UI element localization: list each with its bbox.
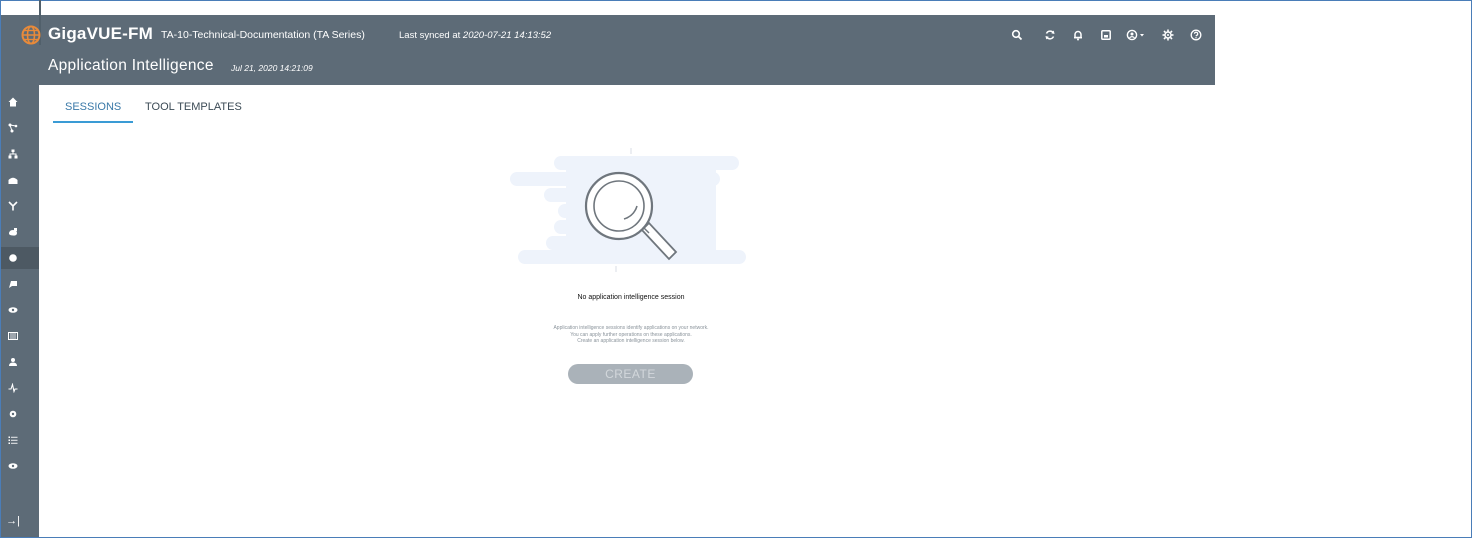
brand-name[interactable]: GigaVUE-FM: [48, 24, 153, 44]
sidebar-item-application[interactable]: [1, 247, 39, 269]
sidebar-item-physical[interactable]: [1, 169, 25, 191]
search-icon[interactable]: [1009, 27, 1025, 43]
list-icon: [8, 436, 18, 444]
virtual-icon: [9, 228, 17, 236]
sidebar-item-monitor[interactable]: [1, 455, 25, 477]
sidebar-item-traffic[interactable]: [1, 195, 25, 217]
sidebar-item-virtual[interactable]: [1, 221, 25, 243]
sidebar-item-settings[interactable]: [1, 403, 25, 425]
empty-state-description: Application intelligence sessions identi…: [431, 325, 831, 345]
inventory-icon: [8, 149, 18, 159]
create-button[interactable]: CREATE: [568, 364, 693, 384]
sidebar-nav: →|: [1, 85, 39, 537]
settings-icon[interactable]: [1160, 27, 1176, 43]
visibility-icon: [8, 307, 18, 313]
project-name: TA-10-Technical-Documentation (TA Series…: [161, 29, 365, 41]
empty-desc-line-3: Create an application intelligence sessi…: [577, 338, 685, 344]
traffic-icon: [8, 201, 18, 211]
header-top-row: GigaVUE-FM TA-10-Technical-Documentation…: [1, 0, 1215, 55]
users-icon: [9, 358, 17, 366]
sidebar-item-inventory[interactable]: [1, 143, 25, 165]
sidebar-item-list[interactable]: [1, 429, 25, 451]
sync-prefix: Last synced at: [399, 30, 463, 41]
sidebar-item-table[interactable]: [1, 325, 25, 347]
app-frame: GigaVUE-FM TA-10-Technical-Documentation…: [0, 0, 1472, 538]
page-title-row: Application Intelligence Jul 21, 2020 14…: [1, 55, 1215, 85]
globe-logo-icon[interactable]: [21, 25, 41, 45]
tab-sessions[interactable]: SESSIONS: [53, 99, 134, 123]
sidebar-item-visibility[interactable]: [1, 299, 25, 321]
table-icon: [8, 332, 18, 340]
sidebar-item-home[interactable]: [1, 91, 25, 113]
sync-status: Last synced at 2020-07-21 14:13:52: [399, 30, 551, 41]
user-menu-icon[interactable]: [1125, 27, 1149, 43]
tab-tool-templates[interactable]: TOOL TEMPLATES: [133, 99, 254, 121]
ports-icon: [9, 281, 17, 288]
sidebar-item-users[interactable]: [1, 351, 25, 373]
monitor-icon: [8, 463, 18, 469]
help-icon[interactable]: [1188, 27, 1204, 43]
page-timestamp: Jul 21, 2020 14:21:09: [231, 63, 313, 73]
save-icon[interactable]: [1098, 27, 1114, 43]
topology-icon: [8, 123, 18, 133]
sidebar-item-topology[interactable]: [1, 117, 25, 139]
sidebar-item-ports[interactable]: [1, 273, 25, 295]
top-header: GigaVUE-FM TA-10-Technical-Documentation…: [1, 0, 1215, 85]
bell-icon[interactable]: [1070, 27, 1086, 43]
empty-search-illustration: [510, 148, 746, 272]
physical-icon: [8, 177, 18, 184]
empty-state-title: No application intelligence session: [577, 294, 685, 301]
health-icon: [8, 383, 18, 393]
application-icon: [9, 254, 17, 262]
refresh-icon[interactable]: [1042, 27, 1058, 43]
sidebar-item-health[interactable]: [1, 377, 25, 399]
sidebar-collapse-icon[interactable]: →|: [1, 511, 25, 531]
home-icon: [8, 97, 18, 107]
settings-icon: [9, 410, 17, 418]
page-title: Application Intelligence: [48, 57, 214, 74]
sync-time: 2020-07-21 14:13:52: [462, 30, 552, 41]
